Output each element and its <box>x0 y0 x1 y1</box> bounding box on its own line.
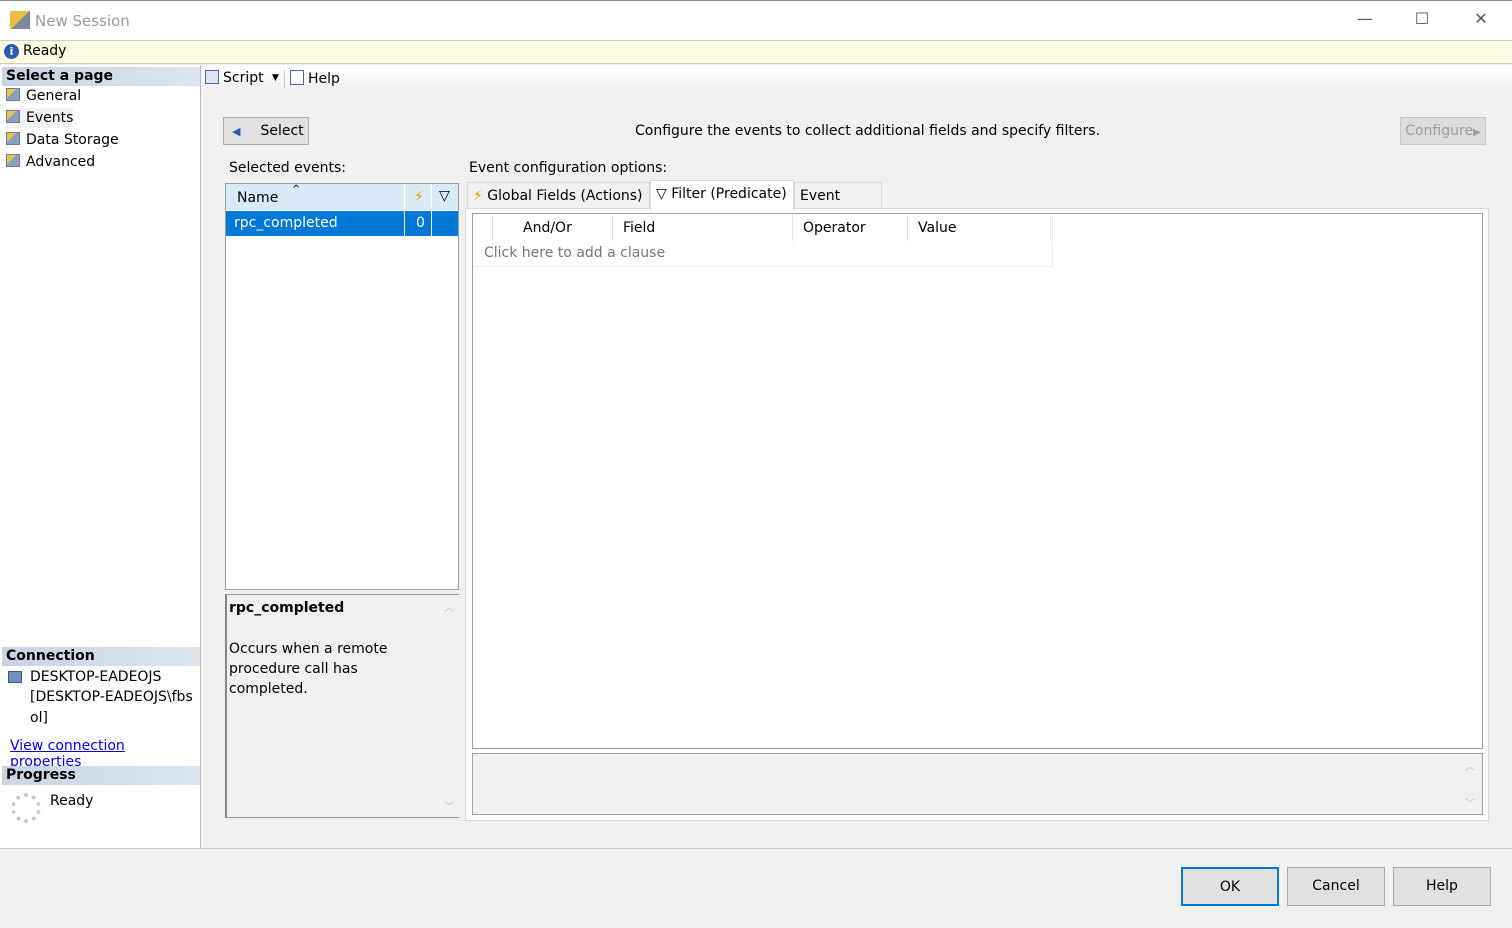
left-pane: Select a page General Events Data Storag… <box>0 65 201 848</box>
instructions: Configure the events to collect addition… <box>635 123 1100 139</box>
events-list-header: Name ^ ⚡ ▽ <box>226 184 458 210</box>
description-title: rpc_completed <box>229 600 345 616</box>
divider <box>284 70 285 88</box>
select-button[interactable]: ◀ Select <box>223 117 309 145</box>
back-arrow-icon: ◀ <box>232 125 241 138</box>
status-bar: i Ready <box>0 40 1512 64</box>
add-clause-row[interactable]: Click here to add a clause <box>484 245 665 261</box>
spinner-icon <box>11 793 41 823</box>
andor-column-header[interactable]: And/Or <box>493 215 613 241</box>
filter-column-icon[interactable]: ▽ <box>439 188 450 204</box>
close-button[interactable]: ✕ <box>1461 9 1501 33</box>
help-label: Help <box>308 71 340 87</box>
server-name: DESKTOP-EADEOJS <box>30 669 162 685</box>
user-name-cont: ol] <box>30 710 48 726</box>
predicate-preview: ︿ ﹀ <box>472 753 1483 815</box>
name-column-header[interactable]: Name <box>237 190 278 206</box>
help-icon <box>290 70 304 85</box>
tab-label: Filter (Predicate) <box>671 186 787 202</box>
tab-label: Global Fields (Actions) <box>487 188 643 204</box>
page-icon <box>6 88 20 101</box>
status-text: Ready <box>23 43 67 59</box>
preview-scrollbar[interactable]: ︿ ﹀ <box>1460 754 1480 814</box>
event-description: rpc_completed Occurs when a remote proce… <box>225 594 459 818</box>
help-footer-button[interactable]: Help <box>1393 867 1491 906</box>
page-label: Events <box>26 110 74 126</box>
page-icon <box>6 110 20 123</box>
page-advanced[interactable]: Advanced <box>6 152 95 172</box>
maximize-button[interactable]: ☐ <box>1402 9 1442 33</box>
connection-header: Connection <box>2 647 200 666</box>
page-label: Data Storage <box>26 132 119 148</box>
configure-button[interactable]: Configure▶ <box>1400 117 1486 145</box>
select-page-header: Select a page <box>2 67 200 86</box>
toolbar: Script ▼ Help <box>202 65 1512 93</box>
help-button[interactable]: Help <box>290 70 340 87</box>
sort-ascending-icon: ^ <box>292 184 301 195</box>
value-column-header[interactable]: Value <box>908 215 1051 241</box>
config-options-label: Event configuration options: <box>469 160 668 176</box>
page-label: Advanced <box>26 154 96 170</box>
page-events[interactable]: Events <box>6 108 74 128</box>
ok-button[interactable]: OK <box>1181 867 1279 906</box>
progress-status: Ready <box>50 793 94 809</box>
app-icon <box>10 11 30 29</box>
script-icon <box>205 70 219 84</box>
user-name: [DESKTOP-EADEOJS\fbs <box>30 689 193 705</box>
script-label: Script <box>223 70 264 86</box>
page-icon <box>6 154 20 167</box>
description-scrollbar[interactable]: ︿ ﹀ <box>439 595 459 817</box>
script-dropdown-icon[interactable]: ▼ <box>272 73 279 83</box>
page-general[interactable]: General <box>6 86 81 106</box>
info-icon: i <box>4 44 19 59</box>
operator-column-header[interactable]: Operator <box>793 215 908 241</box>
page-label: General <box>26 88 82 104</box>
actions-column-icon[interactable]: ⚡ <box>414 189 424 205</box>
window-title: New Session <box>35 12 130 30</box>
page-icon <box>6 132 20 145</box>
field-column-header[interactable]: Field <box>613 215 793 241</box>
footer-divider <box>0 848 1512 849</box>
page-data-storage[interactable]: Data Storage <box>6 130 119 150</box>
minimize-button[interactable]: — <box>1345 9 1385 33</box>
description-text: Occurs when a remote procedure call has … <box>229 641 388 697</box>
script-button[interactable]: Script <box>205 70 264 86</box>
title-bar: New Session — ☐ ✕ <box>0 0 1512 40</box>
selected-events-label: Selected events: <box>229 160 347 176</box>
forward-arrow-icon: ▶ <box>1473 127 1481 138</box>
selected-events-list[interactable]: Name ^ ⚡ ▽ rpc_completed 0 <box>225 183 459 590</box>
cancel-button[interactable]: Cancel <box>1287 867 1385 906</box>
event-name: rpc_completed <box>234 215 338 231</box>
tab-filter-predicate[interactable]: ▽ Filter (Predicate) <box>650 180 794 211</box>
tab-event-fields[interactable]: Event Fields <box>794 182 882 231</box>
tab-global-fields[interactable]: ⚡ Global Fields (Actions) <box>467 182 650 209</box>
select-label: Select <box>260 123 304 139</box>
progress-header: Progress <box>2 766 200 785</box>
filter-icon: ▽ <box>656 186 672 202</box>
server-icon <box>8 671 22 683</box>
configure-label: Configure <box>1405 123 1474 139</box>
predicate-grid[interactable] <box>472 213 1483 749</box>
lightning-icon: ⚡ <box>473 188 488 204</box>
event-action-count: 0 <box>416 215 425 231</box>
event-row[interactable]: rpc_completed 0 <box>226 211 458 236</box>
